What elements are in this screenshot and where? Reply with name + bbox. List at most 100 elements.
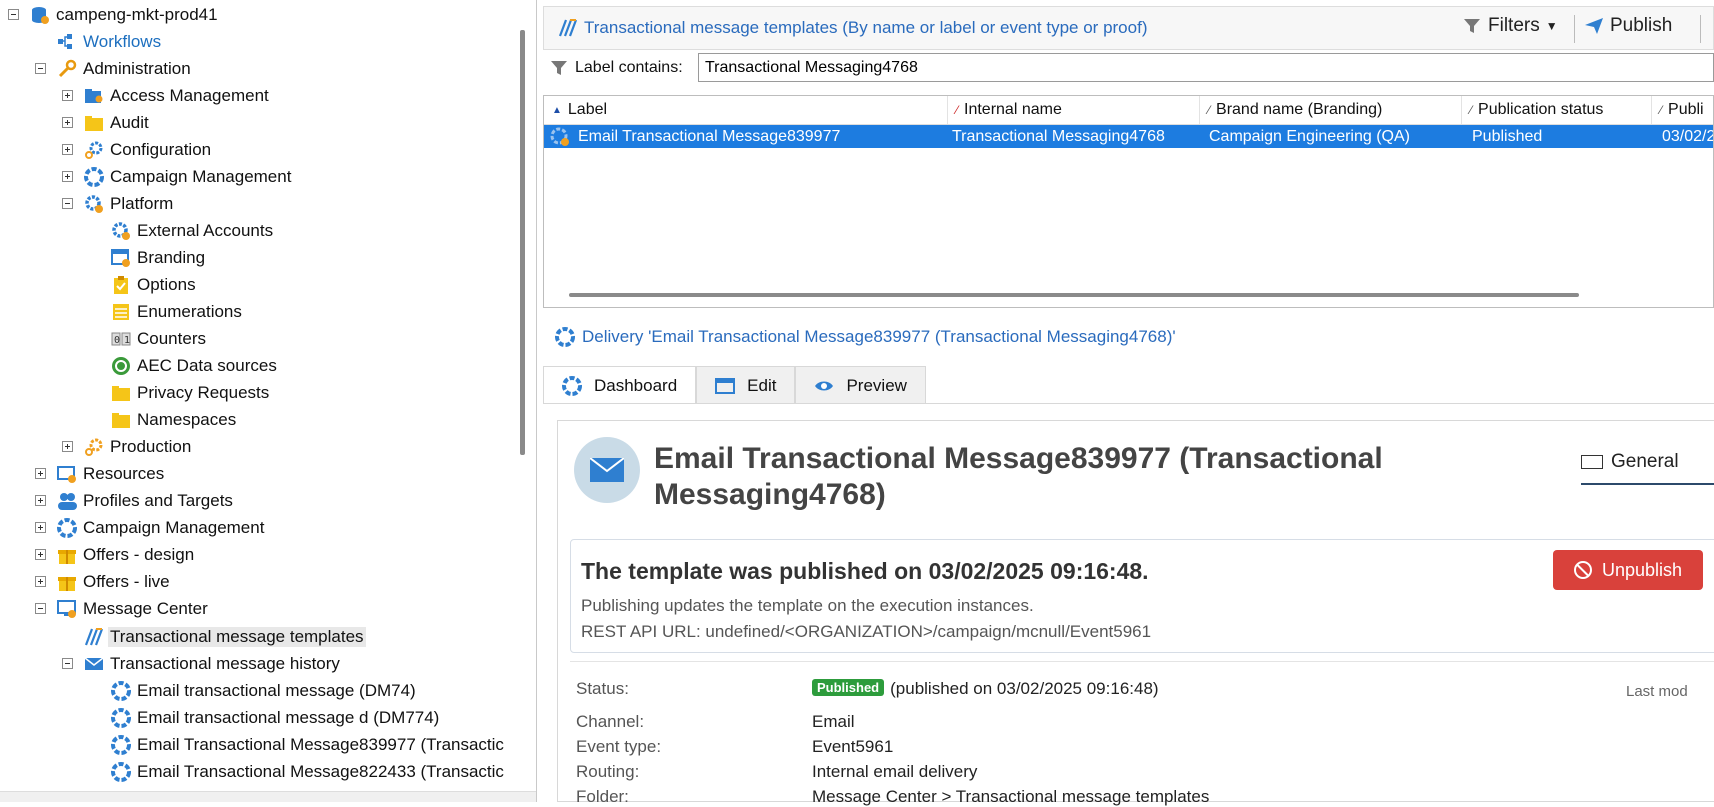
collapse-platform-toggle[interactable] [62,198,73,209]
counter-icon: 01 [111,329,131,349]
tree-horizontal-scrollbar[interactable] [0,791,536,802]
tree-label-workflows: Workflows [83,32,162,51]
tree-node-transactional-history[interactable]: Transactional message history [84,651,342,677]
template-row-icon [550,127,569,146]
tree-node-external-accounts[interactable]: External Accounts [111,218,275,244]
routing-value: Internal email delivery [812,762,978,781]
expand-production-toggle[interactable] [62,441,73,452]
tree-node-administration[interactable]: Administration [57,56,193,82]
tree-node-resources[interactable]: Resources [57,461,166,487]
tree-node-counters[interactable]: 01 Counters [111,326,208,352]
tree-node-campaign-management[interactable]: Campaign Management [57,515,266,541]
envelope-outline-icon [1581,455,1603,469]
column-header-publication-status[interactable]: ⁄ Publication status [1462,96,1652,124]
tree-node-profiles-targets[interactable]: Profiles and Targets [57,488,235,514]
tree-node-branding[interactable]: Branding [111,245,207,271]
rest-api-url: REST API URL: undefined/<ORGANIZATION>/c… [581,622,1152,641]
gift-icon [57,572,77,592]
tree-node-campaign-management-admin[interactable]: Campaign Management [84,164,293,190]
publish-button[interactable]: Publish [1584,15,1672,37]
tab-edit-label: Edit [747,375,777,395]
column-header-publication-date-text: Publi [1668,101,1704,118]
tab-edit[interactable]: Edit [696,366,796,404]
tree-label-privacy-requests: Privacy Requests [137,383,270,402]
tree-node-offers-design[interactable]: Offers - design [57,542,196,568]
column-header-publication-date[interactable]: ⁄ Publi [1652,96,1713,124]
sort-ascending-icon: ▲ [552,104,562,116]
tree-node-offers-live[interactable]: Offers - live [57,569,172,595]
routing-key: Routing: [576,762,640,781]
database-icon [30,5,50,25]
tree-node-transactional-templates[interactable]: Transactional message templates [84,624,366,650]
dashboard-title: Email Transactional Message839977 (Trans… [654,442,1383,511]
tree-vertical-scrollbar[interactable] [520,30,525,455]
expand-access-toggle[interactable] [62,90,73,101]
filters-label: Filters [1488,15,1540,36]
message-center-icon [57,599,77,619]
expand-offers-design-toggle[interactable] [35,549,46,560]
tree-node-audit[interactable]: Audit [84,110,151,136]
collapse-root-toggle[interactable] [8,9,19,20]
tree-label-access-management: Access Management [110,86,269,105]
table-row[interactable]: Email Transactional Message839977 Transa… [544,125,1714,148]
content-pane: Transactional message templates (By name… [543,0,1714,806]
label-filter-input[interactable] [698,53,1714,82]
column-header-label-text: Label [567,101,608,118]
collapse-message-center-toggle[interactable] [35,603,46,614]
workflow-icon [57,32,77,52]
tree-node-history-item[interactable]: Email Transactional Message822433 (Trans… [111,759,506,785]
tree-node-production[interactable]: Production [84,434,193,460]
tree-label-configuration: Configuration [110,140,212,159]
filters-button[interactable]: Filters ▼ [1462,15,1558,37]
tree-node-namespaces[interactable]: Namespaces [111,407,238,433]
delivery-icon [111,735,131,755]
expand-campaign-toggle[interactable] [35,522,46,533]
tab-dashboard[interactable]: Dashboard [543,366,697,404]
tree-node-privacy-requests[interactable]: Privacy Requests [111,380,271,406]
tree-label-enumerations: Enumerations [137,302,242,321]
edit-pencil-icon: ⁄ [1470,103,1473,117]
delivery-title-text: Delivery 'Email Transactional Message839… [582,327,1176,346]
tree-node-workflows[interactable]: Workflows [57,29,163,55]
tree-node-history-item[interactable]: Email transactional message (DM74) [111,678,418,704]
svg-text:0: 0 [114,335,120,346]
tree-node-message-center[interactable]: Message Center [57,596,210,622]
expand-offers-live-toggle[interactable] [35,576,46,587]
grid-horizontal-scrollbar[interactable] [569,293,1579,297]
tab-preview[interactable]: Preview [795,366,926,404]
expand-campaign-admin-toggle[interactable] [62,171,73,182]
tree-label-counters: Counters [137,329,206,348]
expand-audit-toggle[interactable] [62,117,73,128]
cell-date: 03/02/2 [1662,128,1714,145]
tree-node-aec-data-sources[interactable]: AEC Data sources [111,353,279,379]
collapse-administration-toggle[interactable] [35,63,46,74]
tree-node-platform[interactable]: Platform [84,191,175,217]
expand-profiles-toggle[interactable] [35,495,46,506]
unpublish-label: Unpublish [1601,559,1683,580]
column-header-label[interactable]: ▲ Label [544,96,948,124]
tree-node-history-item[interactable]: Email transactional message d (DM774) [111,705,441,731]
envelope-avatar [574,437,640,503]
tree-label-root: campeng-mkt-prod41 [56,5,218,24]
expand-resources-toggle[interactable] [35,468,46,479]
column-header-internal-name[interactable]: ⁄ Internal name [948,96,1200,124]
collapse-tx-history-toggle[interactable] [62,658,73,669]
tree-node-root[interactable]: campeng-mkt-prod41 [30,2,220,28]
edit-window-icon [715,376,736,396]
unpublish-button[interactable]: Unpublish [1553,550,1703,590]
event-type-value: Event5961 [812,737,894,756]
navigation-tree[interactable]: campeng-mkt-prod41 Workflows Administrat… [0,0,537,802]
expand-configuration-toggle[interactable] [62,144,73,155]
tree-label-platform: Platform [110,194,174,213]
folder-icon [111,410,131,430]
tree-node-access-management[interactable]: Access Management [84,83,271,109]
tree-node-options[interactable]: Options [111,272,198,298]
tree-node-enumerations[interactable]: Enumerations [111,299,244,325]
last-modified-label: Last mod [1626,683,1688,700]
cell-status: Published [1472,128,1543,145]
column-header-brand[interactable]: ⁄ Brand name (Branding) [1200,96,1462,124]
general-tab[interactable]: General [1581,451,1714,485]
cell-label: Email Transactional Message839977 [578,128,841,145]
tree-node-history-item[interactable]: Email Transactional Message839977 (Trans… [111,732,506,758]
tree-node-configuration[interactable]: Configuration [84,137,213,163]
